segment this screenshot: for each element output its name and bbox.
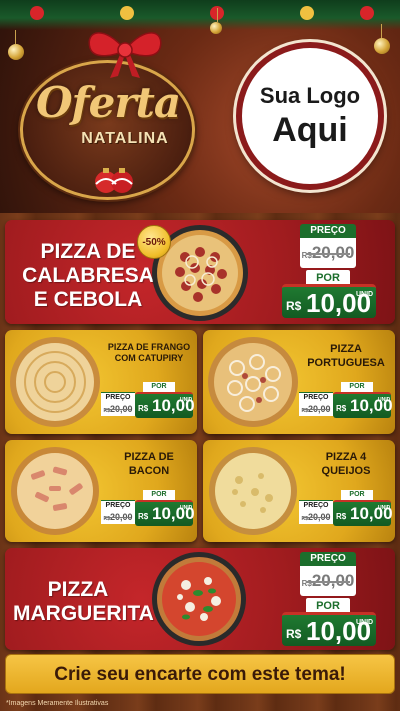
unit-label: UNID xyxy=(356,291,374,298)
pizza-bacon-image xyxy=(11,447,99,535)
discount-badge: -50% xyxy=(137,225,171,259)
unit-label: UNID xyxy=(180,505,193,511)
product-name-line: PIZZA 4 xyxy=(325,451,367,463)
pizza-4-queijos-image xyxy=(209,447,297,535)
product-name: PIZZA DE BACON xyxy=(103,450,195,478)
product-card-portuguesa: PIZZA PORTUGUESA PREÇO R$20,00 POR R$ 10… xyxy=(203,330,395,434)
product-name-line: E CEBOLA xyxy=(33,288,143,311)
price-block: PREÇO R$20,00 POR R$ 10,00 UNID xyxy=(282,552,376,648)
old-price: R$20,00 xyxy=(300,239,356,267)
product-name: PIZZA DE FRANGO COM CATUPIRY xyxy=(103,342,195,364)
old-price-label: PREÇO xyxy=(310,553,346,564)
ornament-icon xyxy=(210,8,222,34)
price-block: PREÇO R$20,00 POR R$ 10,00 UNID xyxy=(299,490,393,534)
product-name: PIZZA 4 QUEIJOS xyxy=(299,450,393,478)
christmas-baubles-icon xyxy=(95,168,133,193)
pizza-portuguesa-image xyxy=(208,337,298,427)
price-block: PREÇO R$20,00 POR R$ 10,00 UNID xyxy=(101,490,195,534)
old-price-label: PREÇO xyxy=(101,500,135,510)
product-name-line: BACON xyxy=(128,465,170,477)
logo-placeholder: Sua Logo Aqui xyxy=(236,42,384,190)
old-price: R$20,00 xyxy=(300,567,356,595)
currency-symbol: R$ xyxy=(138,512,149,521)
currency-symbol: R$ xyxy=(138,404,149,413)
currency-symbol: R$ xyxy=(286,627,302,641)
product-card-frango: PIZZA DE FRANGO COM CATUPIRY PREÇO R$20,… xyxy=(5,330,197,434)
strikethrough xyxy=(105,409,131,410)
pizza-marguerita-image xyxy=(152,552,246,646)
old-price: R$20,00 xyxy=(299,402,333,416)
unit-label: UNID xyxy=(378,397,391,403)
new-price-label: POR xyxy=(143,382,175,392)
new-price-label: POR xyxy=(341,382,373,392)
product-card-bacon: PIZZA DE BACON PREÇO R$20,00 POR R$ 10,0… xyxy=(5,440,197,542)
offer-subtitle: NATALINA xyxy=(81,130,169,147)
product-name: PIZZA PORTUGUESA xyxy=(299,342,393,370)
promo-flyer: Oferta NATALINA Sua Logo Aqui PIZZA DE C… xyxy=(0,0,400,711)
gift-bow-icon xyxy=(88,32,162,78)
unit-label: UNID xyxy=(180,397,193,403)
new-price: R$ 10,00 UNID xyxy=(135,392,195,418)
ornament-icon xyxy=(8,30,24,60)
new-price: R$ 10,00 UNID xyxy=(135,500,195,526)
new-price-label: POR xyxy=(143,490,175,500)
product-card-calabresa: PIZZA DE CALABRESA E CEBOLA -50% PREÇO R… xyxy=(5,220,395,324)
product-name-line: CALABRESA xyxy=(22,264,154,287)
product-name-line: PIZZA DE xyxy=(124,451,174,463)
garland-decoration xyxy=(0,0,400,30)
product-name-line: PORTUGUESA xyxy=(307,357,385,369)
product-name-line: QUEIJOS xyxy=(321,465,371,477)
old-price-label: PREÇO xyxy=(299,500,333,510)
currency-symbol: R$ xyxy=(286,299,302,313)
old-price: R$20,00 xyxy=(299,510,333,524)
product-name-line: PIZZA xyxy=(330,343,362,355)
unit-label: UNID xyxy=(356,619,374,626)
old-price-label: PREÇO xyxy=(299,392,333,402)
cta-banner: Crie seu encarte com este tema! xyxy=(5,654,395,694)
currency-symbol: R$ xyxy=(336,512,347,521)
product-name-line: PIZZA DE FRANGO xyxy=(107,342,191,352)
product-card-marguerita: PIZZA MARGUERITA PREÇO R$20,00 POR xyxy=(5,548,395,650)
currency-symbol: R$ xyxy=(336,404,347,413)
price-block: PREÇO R$20,00 POR R$ 10,00 UNID xyxy=(299,382,393,426)
header-banner: Oferta NATALINA Sua Logo Aqui xyxy=(0,0,400,215)
price-block: PREÇO R$20,00 POR R$ 10,00 UNID xyxy=(282,224,376,320)
strikethrough xyxy=(306,581,350,583)
new-price: R$ 10,00 UNID xyxy=(282,612,376,646)
old-price: R$20,00 xyxy=(101,402,135,416)
product-card-4-queijos: PIZZA 4 QUEIJOS PREÇO R$20,00 POR R$ 10,… xyxy=(203,440,395,542)
new-price-label: POR xyxy=(341,490,373,500)
strikethrough xyxy=(105,517,131,518)
strikethrough xyxy=(306,253,350,255)
old-price: R$20,00 xyxy=(101,510,135,524)
old-price-label: PREÇO xyxy=(101,392,135,402)
pizza-frango-image xyxy=(10,337,100,427)
new-price: R$ 10,00 UNID xyxy=(333,500,393,526)
product-name-line: PIZZA xyxy=(47,578,109,601)
product-name: PIZZA MARGUERITA xyxy=(13,578,154,626)
unit-label: UNID xyxy=(378,505,391,511)
product-name-line: COM CATUPIRY xyxy=(114,353,184,363)
logo-line-1: Sua Logo xyxy=(259,82,361,108)
disclaimer-text: *Imagens Meramente Ilustrativas xyxy=(6,700,109,707)
new-price: R$ 10,00 UNID xyxy=(333,392,393,418)
price-block: PREÇO R$20,00 POR R$ 10,00 UNID xyxy=(101,382,195,426)
product-name-line: MARGUERITA xyxy=(13,602,154,625)
strikethrough xyxy=(303,409,329,410)
strikethrough xyxy=(303,517,329,518)
old-price-label: PREÇO xyxy=(310,225,346,236)
logo-line-2: Aqui xyxy=(272,110,348,149)
new-price: R$ 10,00 UNID xyxy=(282,284,376,318)
ornament-icon xyxy=(374,24,390,54)
offer-title: Oferta xyxy=(35,78,181,127)
